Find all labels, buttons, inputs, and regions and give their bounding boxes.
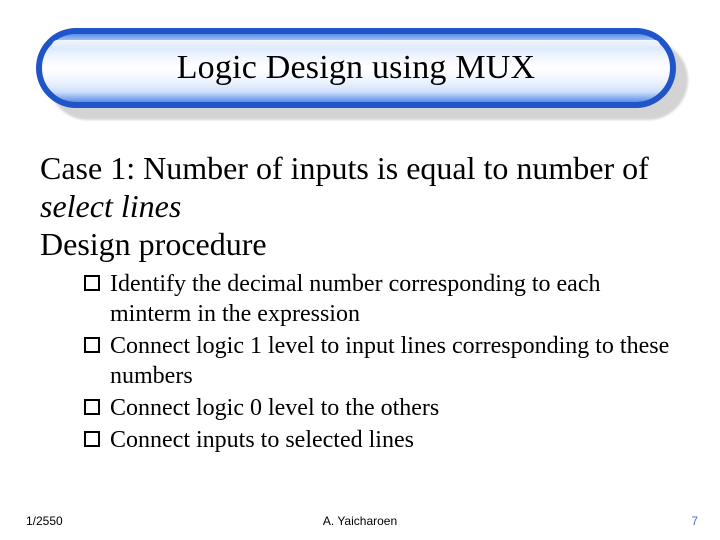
list-item: Connect logic 0 level to the others [84,393,680,423]
case-italic: select lines [40,188,181,224]
square-bullet-icon [84,431,100,447]
case-text: Case 1: Number of inputs is equal to num… [40,150,649,186]
square-bullet-icon [84,399,100,415]
square-bullet-icon [84,337,100,353]
slide-title: Logic Design using MUX [177,49,536,87]
bullet-text: Connect inputs to selected lines [110,425,680,455]
list-item: Connect inputs to selected lines [84,425,680,455]
title-pill: Logic Design using MUX [36,28,676,108]
slide-body: Case 1: Number of inputs is equal to num… [40,150,680,457]
list-item: Identify the decimal number correspondin… [84,269,680,329]
title-container: Logic Design using MUX [36,28,684,116]
bullet-text: Connect logic 1 level to input lines cor… [110,331,680,391]
slide-footer: 1/2550 A. Yaicharoen 7 [0,508,720,528]
footer-author: A. Yaicharoen [0,514,720,528]
bullet-text: Connect logic 0 level to the others [110,393,680,423]
slide: Logic Design using MUX Case 1: Number of… [0,0,720,540]
footer-page-number: 7 [691,514,698,528]
square-bullet-icon [84,275,100,291]
list-item: Connect logic 1 level to input lines cor… [84,331,680,391]
design-procedure-heading: Design procedure [40,226,680,264]
case-line: Case 1: Number of inputs is equal to num… [40,150,680,226]
bullet-text: Identify the decimal number correspondin… [110,269,680,329]
bullet-list: Identify the decimal number correspondin… [40,269,680,455]
